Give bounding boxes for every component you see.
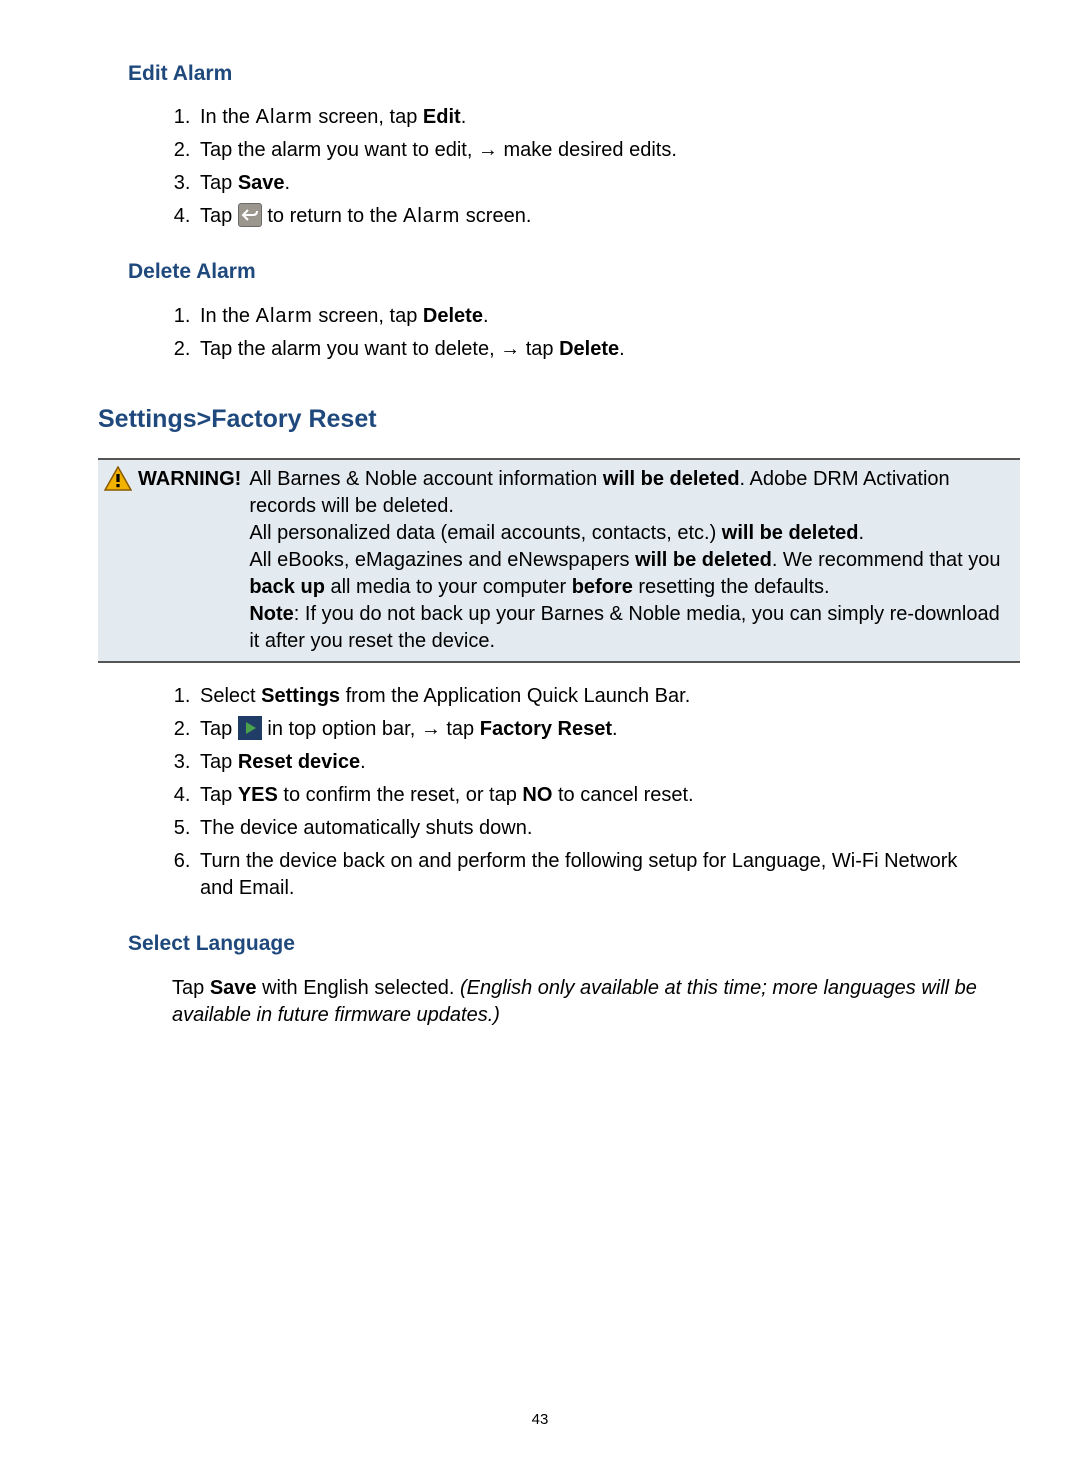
warning-box: WARNING! All Barnes & Noble account info… xyxy=(98,458,1020,663)
page-number: 43 xyxy=(0,1410,1080,1430)
text: In the xyxy=(200,305,256,327)
text: Settings xyxy=(261,685,340,707)
text: Edit xyxy=(423,106,461,128)
heading-delete-alarm: Delete Alarm xyxy=(128,258,990,286)
text: Save xyxy=(238,172,285,194)
text: Delete xyxy=(559,338,619,360)
text: . xyxy=(612,718,618,740)
warning-label: WARNING! xyxy=(138,466,241,493)
text: Note xyxy=(249,603,293,625)
warning-label-area: WARNING! xyxy=(104,466,249,655)
list-item: The device automatically shuts down. xyxy=(196,815,990,842)
list-item: Turn the device back on and perform the … xyxy=(196,848,990,902)
list-item: Tap Reset device. xyxy=(196,749,990,776)
heading-edit-alarm: Edit Alarm xyxy=(128,60,990,88)
text: before xyxy=(572,576,633,598)
document-page: Edit Alarm In the Alarm screen, tap Edit… xyxy=(0,0,1080,1472)
warning-icon xyxy=(104,466,132,492)
text: The device automatically shuts down. xyxy=(200,817,532,839)
text: Factory Reset xyxy=(480,718,612,740)
text: . xyxy=(285,172,291,194)
text: Tap xyxy=(200,205,238,227)
heading-factory-reset: Settings>Factory Reset xyxy=(98,403,990,437)
select-language-body: Tap Save with English selected. (English… xyxy=(172,975,990,1029)
edit-alarm-steps: In the Alarm screen, tap Edit. Tap the a… xyxy=(128,104,990,230)
text: NO xyxy=(522,784,552,806)
text: will be deleted xyxy=(635,549,772,571)
text: Tap xyxy=(200,751,238,773)
text: Tap xyxy=(172,977,210,999)
list-item: In the Alarm screen, tap Delete. xyxy=(196,303,990,330)
text: . We recommend that you xyxy=(772,549,1001,571)
text: In the xyxy=(200,106,256,128)
text: Tap xyxy=(200,718,238,740)
text: : If you do not back up your Barnes & No… xyxy=(249,603,999,652)
text: . xyxy=(360,751,366,773)
list-item: Tap YES to confirm the reset, or tap NO … xyxy=(196,782,990,809)
text: All eBooks, eMagazines and eNewspapers xyxy=(249,549,635,571)
warning-body: All Barnes & Noble account information w… xyxy=(249,466,1014,655)
list-item: Tap Save. xyxy=(196,170,990,197)
list-item: Tap to return to the Alarm screen. xyxy=(196,203,990,230)
list-item: Select Settings from the Application Qui… xyxy=(196,683,990,710)
text: Save xyxy=(210,977,257,999)
text: Tap the alarm you want to delete, → tap xyxy=(200,338,559,360)
text: will be deleted xyxy=(722,522,859,544)
list-item: Tap the alarm you want to delete, → tap … xyxy=(196,336,990,363)
text: Delete xyxy=(423,305,483,327)
text: screen. xyxy=(460,205,531,227)
text: Select xyxy=(200,685,261,707)
text: from the Application Quick Launch Bar. xyxy=(340,685,690,707)
text: Tap xyxy=(200,172,238,194)
list-item: In the Alarm screen, tap Edit. xyxy=(196,104,990,131)
text: . xyxy=(483,305,489,327)
text: back up xyxy=(249,576,325,598)
text: All Barnes & Noble account information xyxy=(249,468,603,490)
text: . xyxy=(461,106,467,128)
back-icon xyxy=(238,203,262,227)
text: will be deleted xyxy=(603,468,740,490)
text: . xyxy=(858,522,864,544)
text: YES xyxy=(238,784,278,806)
text: all media to your computer xyxy=(325,576,572,598)
text: with English selected. xyxy=(257,977,460,999)
text: in top option bar, → tap xyxy=(267,718,479,740)
text: Turn the device back on and perform the … xyxy=(200,850,957,899)
text: Tap the alarm you want to edit, → make d… xyxy=(200,139,677,161)
text: screen, tap xyxy=(313,106,423,128)
text: Alarm xyxy=(403,205,460,227)
text: Tap xyxy=(200,784,238,806)
text: to confirm the reset, or tap xyxy=(278,784,523,806)
text: screen, tap xyxy=(313,305,423,327)
list-item: Tap in top option bar, → tap Factory Res… xyxy=(196,716,990,743)
heading-select-language: Select Language xyxy=(128,930,990,958)
delete-alarm-steps: In the Alarm screen, tap Delete. Tap the… xyxy=(128,303,990,363)
play-icon xyxy=(238,716,262,740)
text: to return to the xyxy=(267,205,403,227)
text: Reset device xyxy=(238,751,360,773)
text: . xyxy=(619,338,625,360)
list-item: Tap the alarm you want to edit, → make d… xyxy=(196,137,990,164)
text: Alarm xyxy=(256,305,313,327)
text: Alarm xyxy=(256,106,313,128)
factory-reset-steps: Select Settings from the Application Qui… xyxy=(128,683,990,902)
text: to cancel reset. xyxy=(552,784,693,806)
text: resetting the defaults. xyxy=(633,576,830,598)
text: All personalized data (email accounts, c… xyxy=(249,522,721,544)
